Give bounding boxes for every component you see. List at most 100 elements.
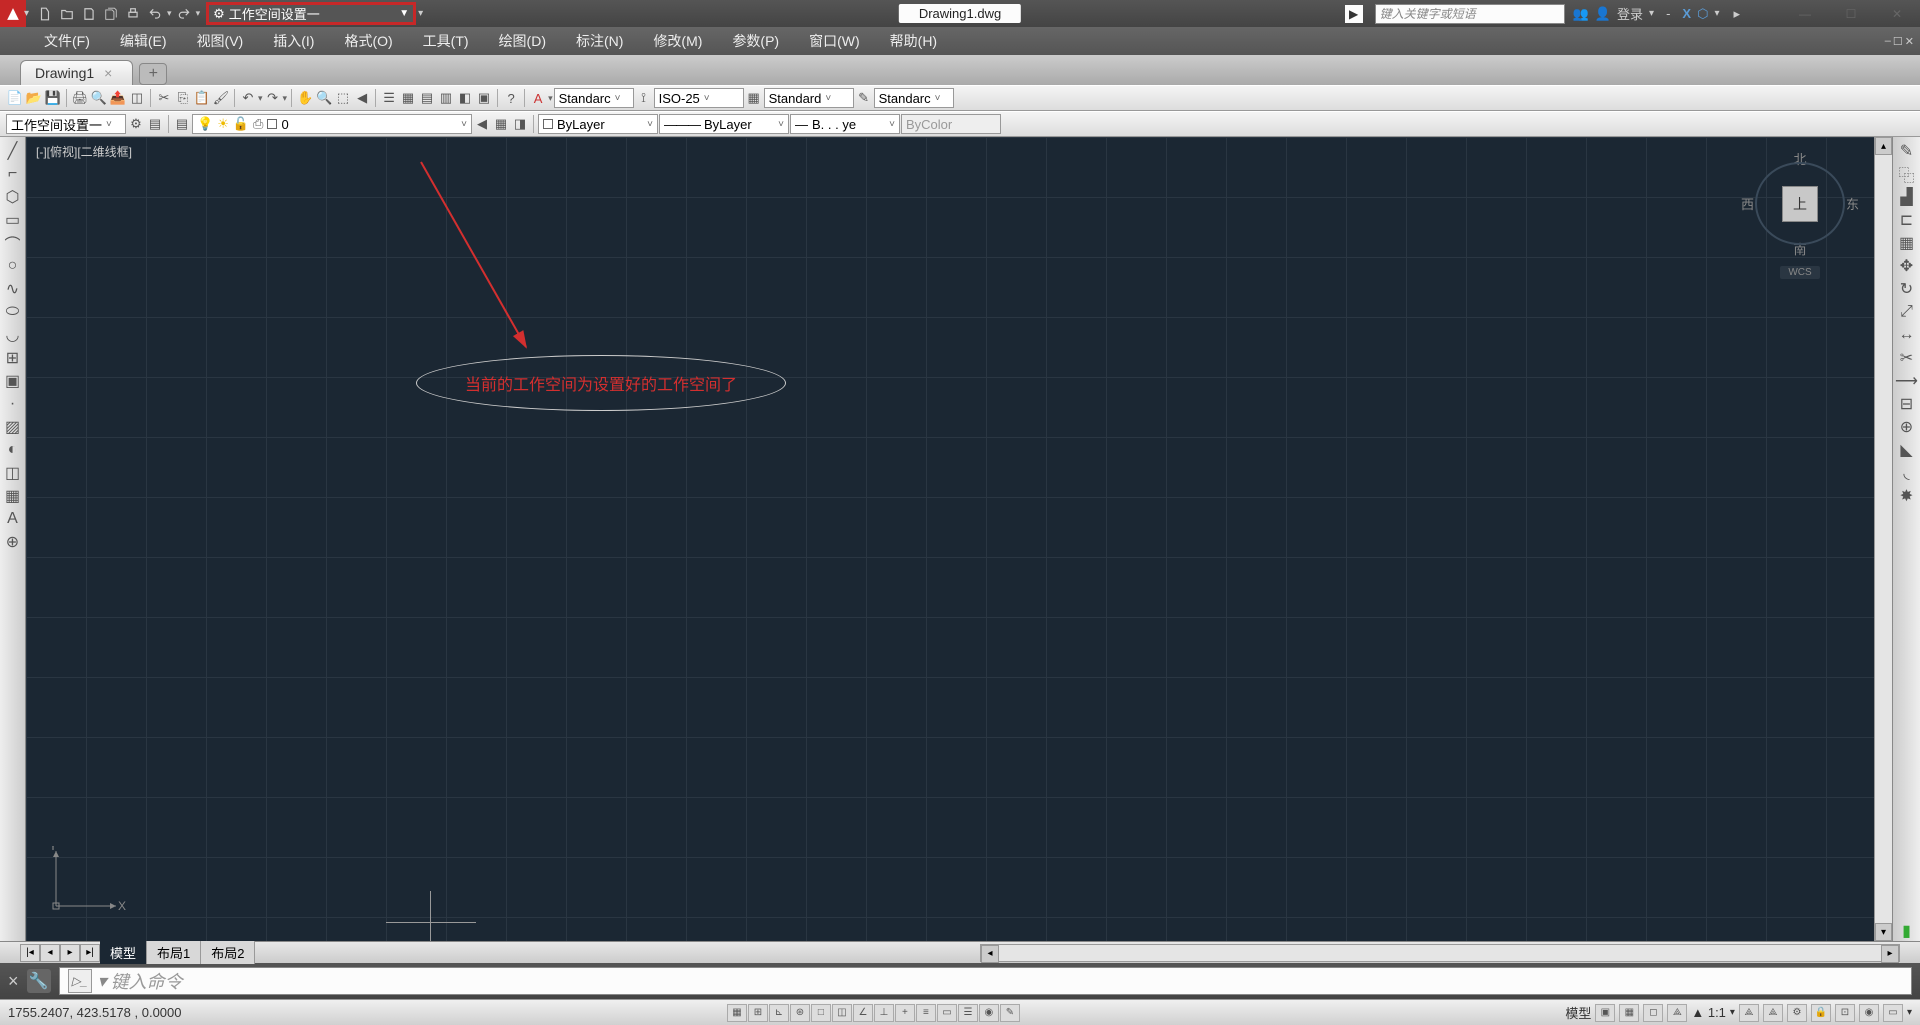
publish-icon[interactable]: 📤 xyxy=(109,89,127,107)
cmdline-config-icon[interactable]: 🔧 xyxy=(27,969,51,993)
otrack-icon[interactable]: ∠ xyxy=(853,1004,873,1022)
layer-iso-icon[interactable]: ◨ xyxy=(511,115,529,133)
undo-icon[interactable] xyxy=(145,4,165,24)
stretch-icon[interactable]: ↔ xyxy=(1897,325,1917,345)
maximize-button[interactable]: ☐ xyxy=(1828,0,1874,27)
mdi-restore[interactable]: ☐ xyxy=(1893,35,1903,48)
save-icon[interactable]: 💾 xyxy=(44,89,62,107)
polyline-icon[interactable]: ⌐ xyxy=(3,164,23,184)
point-icon[interactable]: · xyxy=(3,394,23,414)
array-icon[interactable]: ▦ xyxy=(1897,233,1917,253)
last-tab-icon[interactable]: ▸| xyxy=(80,944,100,962)
tab-close-icon[interactable]: × xyxy=(104,65,112,81)
scroll-up-icon[interactable]: ▴ xyxy=(1875,137,1892,155)
search-input[interactable]: 键入关键字或短语 xyxy=(1375,4,1565,24)
hatch-icon[interactable]: ▨ xyxy=(3,417,23,437)
line-icon[interactable]: ╱ xyxy=(3,141,23,161)
join-icon[interactable]: ⊕ xyxy=(1897,417,1917,437)
preview-icon[interactable]: 🔍 xyxy=(90,89,108,107)
addselect-icon[interactable]: ⊕ xyxy=(3,532,23,552)
extend-icon[interactable]: ⟶ xyxy=(1897,371,1917,391)
markup-icon[interactable]: ◧ xyxy=(456,89,474,107)
lock-ui-icon[interactable]: 🔒 xyxy=(1811,1004,1831,1022)
annovis-icon[interactable]: ⟁ xyxy=(1739,1004,1759,1022)
mirror-icon[interactable]: ▟ xyxy=(1897,187,1917,207)
play-icon[interactable]: ▶ xyxy=(1345,5,1363,23)
annotation-scale[interactable]: ▲ 1:1 xyxy=(1691,1005,1726,1020)
coordinates-readout[interactable]: 1755.2407, 423.5178 , 0.0000 xyxy=(8,1005,182,1020)
scale-icon[interactable]: ⤢ xyxy=(1897,302,1917,322)
scroll-left-icon[interactable]: ◂ xyxy=(981,945,999,963)
layout-icon[interactable]: ▣ xyxy=(1595,1004,1615,1022)
document-tab[interactable]: Drawing1 × xyxy=(20,60,133,85)
exchange-x-icon[interactable]: X xyxy=(1682,6,1691,21)
horizontal-scrollbar[interactable]: ◂ ▸ xyxy=(980,944,1900,962)
isolate-icon[interactable]: ◉ xyxy=(1859,1004,1879,1022)
redo-icon[interactable]: ↷ xyxy=(264,89,282,107)
menu-file[interactable]: 文件(F) xyxy=(40,28,94,54)
3ddwf-icon[interactable]: ◫ xyxy=(128,89,146,107)
workspace-dropdown[interactable]: ⚙ 工作空间设置一 ▼ xyxy=(206,2,416,25)
linetype-dropdown[interactable]: ——— ByLayer˅ xyxy=(659,114,789,134)
exchange-icon[interactable]: 👥 xyxy=(1573,6,1589,22)
polar-icon[interactable]: ⊛ xyxy=(790,1004,810,1022)
command-input[interactable]: ▷_ ▾ 键入命令 xyxy=(59,967,1912,995)
new-icon[interactable]: 📄 xyxy=(6,89,24,107)
menu-draw[interactable]: 绘图(D) xyxy=(495,28,550,54)
annoscale-icon[interactable]: ⟁ xyxy=(1667,1004,1687,1022)
minimize-button[interactable]: — xyxy=(1782,0,1828,27)
vertical-scrollbar[interactable]: ▴ ▾ xyxy=(1874,137,1892,941)
matchprop-icon[interactable]: 🖌 xyxy=(212,89,230,107)
osnap-icon[interactable]: □ xyxy=(811,1004,831,1022)
insert-icon[interactable]: ⊞ xyxy=(3,348,23,368)
layer-dropdown[interactable]: 💡 ☀ 🔓 ⎙ 0˅ xyxy=(192,114,472,134)
move-icon[interactable]: ✥ xyxy=(1897,256,1917,276)
rotate-icon[interactable]: ↻ xyxy=(1897,279,1917,299)
snapmode-icon[interactable]: ▦ xyxy=(727,1004,747,1022)
menu-view[interactable]: 视图(V) xyxy=(193,28,248,54)
block-icon[interactable]: ▣ xyxy=(3,371,23,391)
textstyle-dropdown[interactable]: Standarc˅ xyxy=(554,88,634,108)
saveall-icon[interactable] xyxy=(101,4,121,24)
new-tab-button[interactable]: + xyxy=(139,63,167,85)
toolpalette-icon[interactable]: ▤ xyxy=(418,89,436,107)
color-dropdown[interactable]: ByLayer˅ xyxy=(538,114,658,134)
prev-tab-icon[interactable]: ◂ xyxy=(40,944,60,962)
menu-window[interactable]: 窗口(W) xyxy=(805,28,864,54)
drawing-canvas[interactable]: [-][俯视][二维线框] 当前的工作空间为设置好的工作空间了 X Y 北 西 xyxy=(26,137,1874,941)
menu-edit[interactable]: 编辑(E) xyxy=(116,28,171,54)
trim-icon[interactable]: ✂ xyxy=(1897,348,1917,368)
ellipsearc-icon[interactable]: ◡ xyxy=(3,325,23,345)
menu-format[interactable]: 格式(O) xyxy=(340,28,396,54)
open-icon[interactable]: 📂 xyxy=(25,89,43,107)
ducs-icon[interactable]: ⊥ xyxy=(874,1004,894,1022)
open-icon[interactable] xyxy=(57,4,77,24)
ws-settings-icon[interactable]: ⚙ xyxy=(127,115,145,133)
zoom-icon[interactable]: 🔍 xyxy=(315,89,333,107)
zoomwin-icon[interactable]: ⬚ xyxy=(334,89,352,107)
orthomode-icon[interactable]: ⊾ xyxy=(769,1004,789,1022)
menu-insert[interactable]: 插入(I) xyxy=(269,28,318,54)
wcs-label[interactable]: WCS xyxy=(1780,266,1819,279)
sheetset-icon[interactable]: ▥ xyxy=(437,89,455,107)
break-icon[interactable]: ⊟ xyxy=(1897,394,1917,414)
menu-dimension[interactable]: 标注(N) xyxy=(572,28,627,54)
maximize-vp-icon[interactable]: ◻ xyxy=(1643,1004,1663,1022)
tpy-icon[interactable]: ▭ xyxy=(937,1004,957,1022)
close-button[interactable]: ✕ xyxy=(1874,0,1920,27)
plot-icon[interactable]: 🖨 xyxy=(71,89,89,107)
quickview-icon[interactable]: ▦ xyxy=(1619,1004,1639,1022)
offset-icon[interactable]: ⊏ xyxy=(1897,210,1917,230)
zoomprev-icon[interactable]: ◀ xyxy=(353,89,371,107)
region-icon[interactable]: ◫ xyxy=(3,463,23,483)
tablestyle-icon[interactable]: ▦ xyxy=(745,89,763,107)
save-icon[interactable] xyxy=(79,4,99,24)
menu-help[interactable]: 帮助(H) xyxy=(886,28,941,54)
tablestyle-dropdown[interactable]: Standard˅ xyxy=(764,88,854,108)
scroll-right-icon[interactable]: ▸ xyxy=(1881,945,1899,963)
undo-icon[interactable]: ↶ xyxy=(239,89,257,107)
layout-tab-layout1[interactable]: 布局1 xyxy=(147,941,201,964)
dimstyle-dropdown[interactable]: ISO-25˅ xyxy=(654,88,744,108)
chamfer-icon[interactable]: ◣ xyxy=(1897,440,1917,460)
fillet-icon[interactable]: ◟ xyxy=(1897,463,1917,483)
